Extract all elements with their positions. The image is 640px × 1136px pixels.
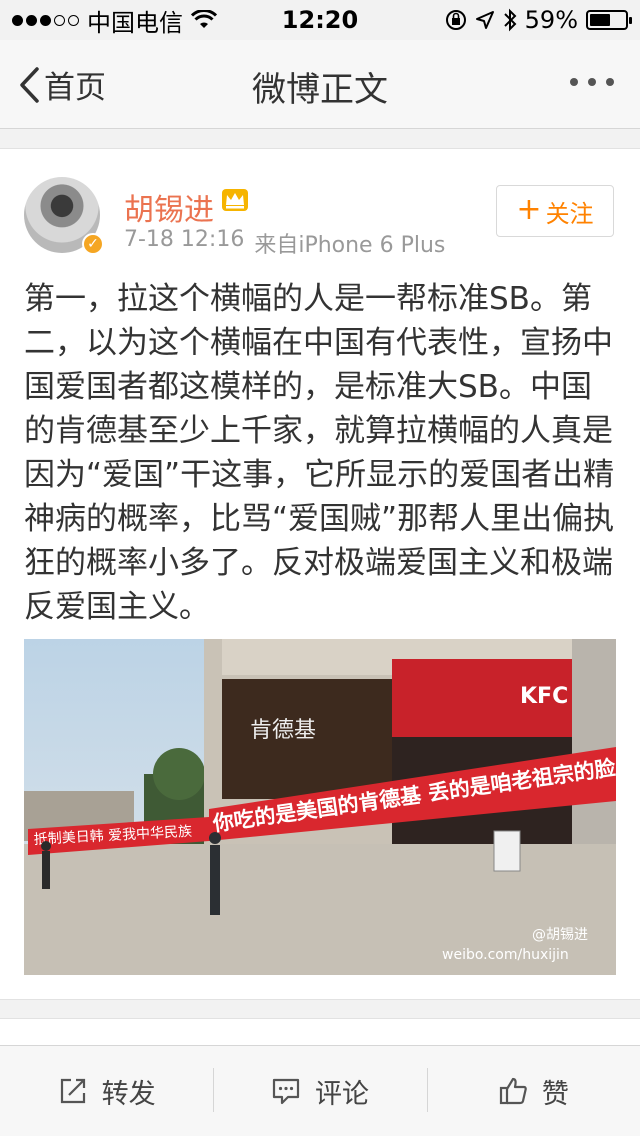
more-button[interactable] (570, 78, 614, 86)
post-card: ✓ 胡锡进 7-18 12:16 来自iPhone 6 Plus + 关注 第一… (0, 148, 640, 1000)
post-source: 来自iPhone 6 Plus (254, 233, 446, 258)
more-dot-icon (570, 78, 578, 86)
action-bar: 转发 评论 赞 (0, 1045, 640, 1136)
post-meta: 7-18 12:16 来自iPhone 6 Plus (124, 227, 445, 259)
like-button[interactable]: 赞 (426, 1046, 640, 1136)
post-text: 第一，拉这个横幅的人是一帮标准SB。第二，以为这个横幅在中国有代表性，宣扬中国爱… (24, 281, 615, 625)
back-label: 首页 (44, 70, 106, 106)
more-dot-icon (588, 78, 596, 86)
store-logo-text: KFC (520, 684, 568, 709)
watermark-handle: @胡锡进 (532, 927, 588, 943)
wifi-icon (191, 10, 217, 28)
battery-icon (586, 10, 632, 30)
verified-badge-icon: ✓ (82, 233, 104, 255)
crown-vip-icon[interactable] (220, 185, 250, 215)
like-label: 赞 (541, 1078, 569, 1110)
avatar[interactable]: ✓ (24, 177, 104, 255)
repost-label: 转发 (101, 1078, 156, 1110)
plus-icon: + (516, 192, 542, 227)
status-left: 中国电信 (12, 3, 217, 38)
status-bar: 中国电信 12:20 59% (0, 0, 640, 40)
location-arrow-icon (475, 11, 494, 29)
battery-fill (590, 14, 610, 26)
post-photo[interactable]: 肯德基 KFC 抵制美日韩 爱我中华民族 你吃的是美国的肯德基 丢的是咱老祖宗的… (24, 639, 616, 975)
author-name[interactable]: 胡锡进 (124, 185, 214, 229)
follow-label: 关注 (545, 199, 594, 228)
orientation-lock-icon (445, 10, 466, 30)
chevron-left-icon (20, 66, 39, 103)
nav-bar: 首页 微博正文 (0, 40, 640, 129)
battery-percent: 59% (524, 6, 578, 34)
store-sign-text: 肯德基 (250, 718, 316, 743)
comment-label: 评论 (314, 1078, 369, 1110)
comment-button[interactable]: 评论 (213, 1046, 426, 1136)
repost-button[interactable]: 转发 (0, 1046, 213, 1136)
comment-icon (272, 1078, 300, 1105)
more-dot-icon (606, 78, 614, 86)
bluetooth-icon (503, 8, 517, 32)
watermark-url: weibo.com/huxijin (442, 947, 569, 963)
repost-icon (60, 1078, 85, 1104)
thumbs-up-icon (499, 1077, 527, 1105)
follow-button[interactable]: + 关注 (496, 185, 614, 237)
status-right: 59% (445, 6, 632, 34)
carrier-name: 中国电信 (87, 8, 183, 37)
signal-strength-icon (12, 14, 79, 26)
post-date: 7-18 12:16 (124, 227, 245, 252)
back-button[interactable]: 首页 (18, 62, 106, 107)
